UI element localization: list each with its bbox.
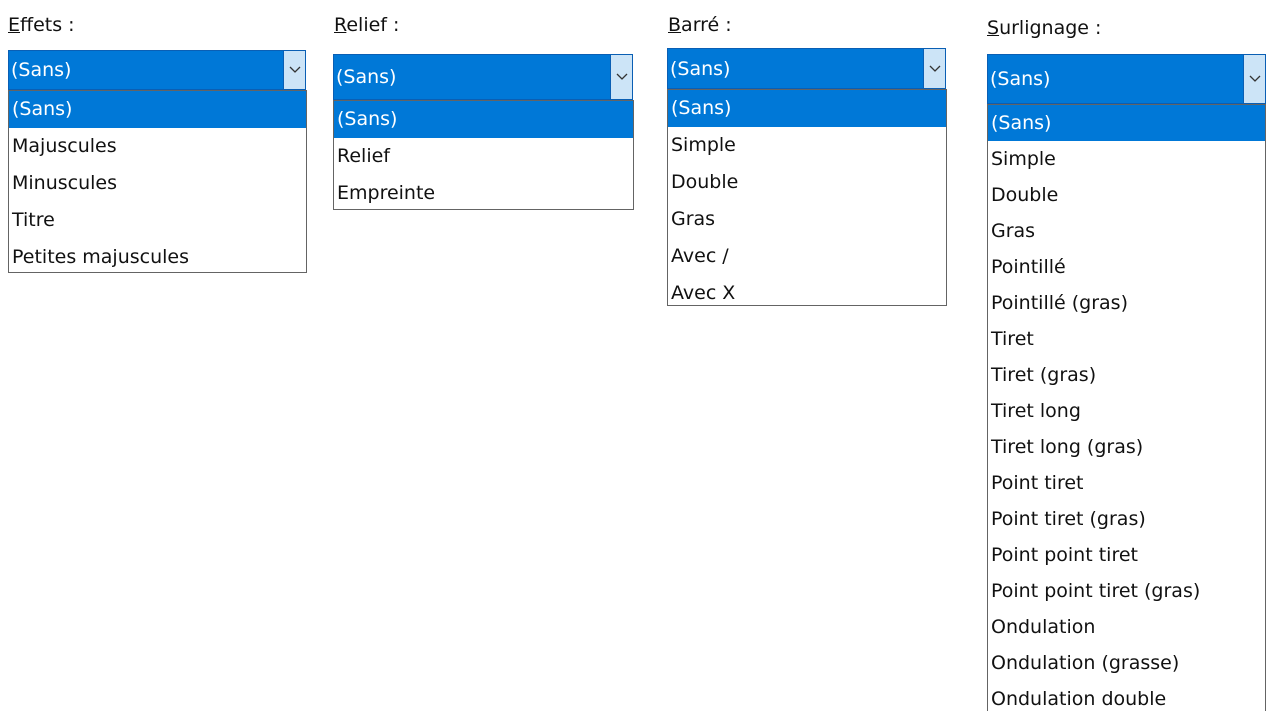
underline-label-text: urlignage : xyxy=(999,17,1102,39)
strikethrough-option[interactable]: Avec / xyxy=(668,238,946,275)
chevron-down-icon xyxy=(1249,75,1260,82)
underline-selected-value: (Sans) xyxy=(990,68,1051,90)
underline-option[interactable]: Double xyxy=(988,177,1265,213)
strikethrough-combobox[interactable]: (Sans) xyxy=(667,48,946,89)
effects-dropdown-button[interactable] xyxy=(283,51,305,89)
underline-option[interactable]: Gras xyxy=(988,213,1265,249)
relief-combobox[interactable]: (Sans) xyxy=(333,54,633,100)
strikethrough-label: Barré : xyxy=(668,14,732,36)
strikethrough-option[interactable]: Simple xyxy=(668,127,946,164)
underline-option[interactable]: (Sans) xyxy=(988,105,1265,141)
underline-option[interactable]: Point tiret xyxy=(988,465,1265,501)
underline-option[interactable]: Point tiret (gras) xyxy=(988,501,1265,537)
effects-label-text: ffets : xyxy=(20,14,75,36)
underline-option[interactable]: Ondulation xyxy=(988,609,1265,645)
chevron-down-icon xyxy=(616,73,627,80)
strikethrough-option[interactable]: Double xyxy=(668,164,946,201)
relief-option[interactable]: Relief xyxy=(334,138,633,175)
strikethrough-options-list: (Sans) Simple Double Gras Avec / Avec X xyxy=(667,89,947,306)
chevron-down-icon xyxy=(289,66,300,73)
underline-dropdown-button[interactable] xyxy=(1243,55,1265,103)
effects-label-accel: E xyxy=(8,14,21,36)
underline-option[interactable]: Pointillé xyxy=(988,249,1265,285)
effects-option[interactable]: Petites majuscules xyxy=(9,239,306,276)
effects-option[interactable]: Titre xyxy=(9,202,306,239)
strikethrough-label-text: arré : xyxy=(681,14,732,36)
underline-option[interactable]: Simple xyxy=(988,141,1265,177)
strikethrough-option[interactable]: Avec X xyxy=(668,275,946,312)
underline-option[interactable]: Tiret (gras) xyxy=(988,357,1265,393)
effects-combobox[interactable]: (Sans) xyxy=(8,50,306,90)
underline-option[interactable]: Ondulation double xyxy=(988,681,1265,717)
relief-option[interactable]: Empreinte xyxy=(334,175,633,212)
effects-label: Effets : xyxy=(8,14,75,36)
underline-option[interactable]: Ondulation (grasse) xyxy=(988,645,1265,681)
relief-label-accel: R xyxy=(334,14,347,36)
underline-label-accel: S xyxy=(987,17,1000,39)
effects-option[interactable]: (Sans) xyxy=(9,91,306,128)
effects-option[interactable]: Minuscules xyxy=(9,165,306,202)
underline-label: Surlignage : xyxy=(987,17,1101,39)
underline-option[interactable]: Tiret long (gras) xyxy=(988,429,1265,465)
underline-options-list: (Sans) Simple Double Gras Pointillé Poin… xyxy=(987,104,1266,711)
relief-label: Relief : xyxy=(334,14,399,36)
underline-option[interactable]: Point point tiret xyxy=(988,537,1265,573)
relief-option[interactable]: (Sans) xyxy=(334,101,633,138)
underline-combobox[interactable]: (Sans) xyxy=(987,54,1266,104)
underline-option[interactable]: Tiret long xyxy=(988,393,1265,429)
strikethrough-selected-value: (Sans) xyxy=(670,57,731,80)
relief-selected-value: (Sans) xyxy=(336,66,397,88)
strikethrough-option[interactable]: (Sans) xyxy=(668,90,946,127)
relief-dropdown-button[interactable] xyxy=(610,55,632,99)
effects-option[interactable]: Majuscules xyxy=(9,128,306,165)
effects-selected-value: (Sans) xyxy=(11,59,72,81)
strikethrough-label-accel: B xyxy=(668,14,682,36)
relief-options-list: (Sans) Relief Empreinte xyxy=(333,100,634,210)
relief-label-text: elief : xyxy=(346,14,400,36)
chevron-down-icon xyxy=(929,65,940,72)
underline-option[interactable]: Pointillé (gras) xyxy=(988,285,1265,321)
strikethrough-option[interactable]: Gras xyxy=(668,201,946,238)
strikethrough-dropdown-button[interactable] xyxy=(923,49,945,88)
underline-option[interactable]: Point point tiret (gras) xyxy=(988,573,1265,609)
effects-options-list: (Sans) Majuscules Minuscules Titre Petit… xyxy=(8,90,307,273)
underline-option[interactable]: Tiret xyxy=(988,321,1265,357)
